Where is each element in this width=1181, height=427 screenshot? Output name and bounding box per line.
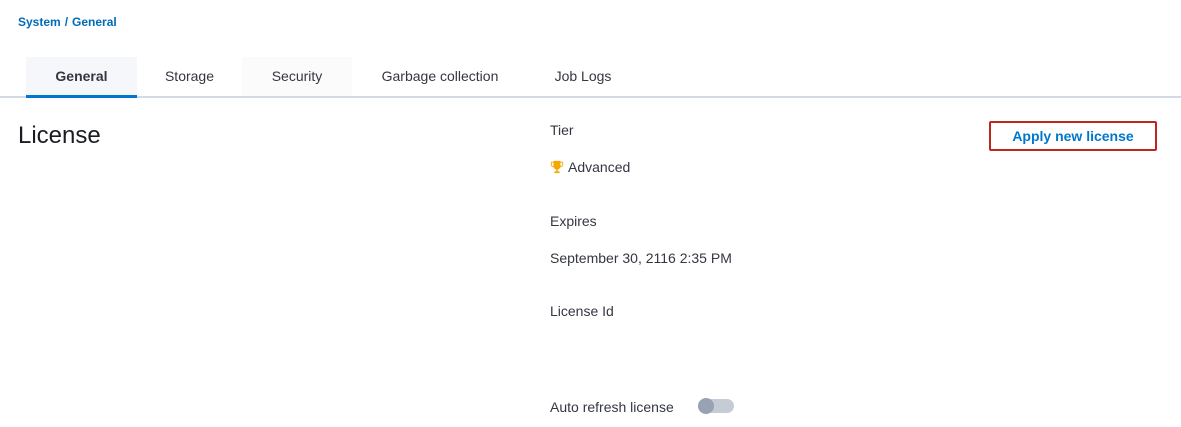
tier-value: Advanced [550, 159, 630, 175]
tab-job-logs[interactable]: Job Logs [528, 57, 638, 96]
tab-general[interactable]: General [26, 57, 137, 98]
toggle-knob [698, 398, 714, 414]
breadcrumb-system-link[interactable]: System [18, 15, 61, 29]
license-section-title: License [18, 122, 101, 149]
settings-tabs: General Storage Security Garbage collect… [0, 57, 1181, 98]
apply-new-license-button[interactable]: Apply new license [989, 121, 1157, 151]
tab-storage[interactable]: Storage [137, 57, 242, 96]
auto-refresh-label: Auto refresh license [550, 399, 674, 415]
tier-value-text: Advanced [568, 159, 631, 175]
trophy-icon [550, 160, 564, 174]
tab-garbage-collection[interactable]: Garbage collection [352, 57, 528, 96]
license-id-label: License Id [550, 303, 614, 319]
breadcrumb-separator: / [64, 15, 69, 29]
expires-value: September 30, 2116 2:35 PM [550, 250, 732, 266]
breadcrumb: System / General [18, 15, 117, 29]
auto-refresh-toggle[interactable] [698, 398, 734, 414]
expires-label: Expires [550, 213, 597, 229]
breadcrumb-current[interactable]: General [72, 15, 117, 29]
tab-security[interactable]: Security [242, 57, 352, 96]
license-settings-page: System / General General Storage Security … [0, 0, 1181, 427]
tier-label: Tier [550, 122, 574, 138]
